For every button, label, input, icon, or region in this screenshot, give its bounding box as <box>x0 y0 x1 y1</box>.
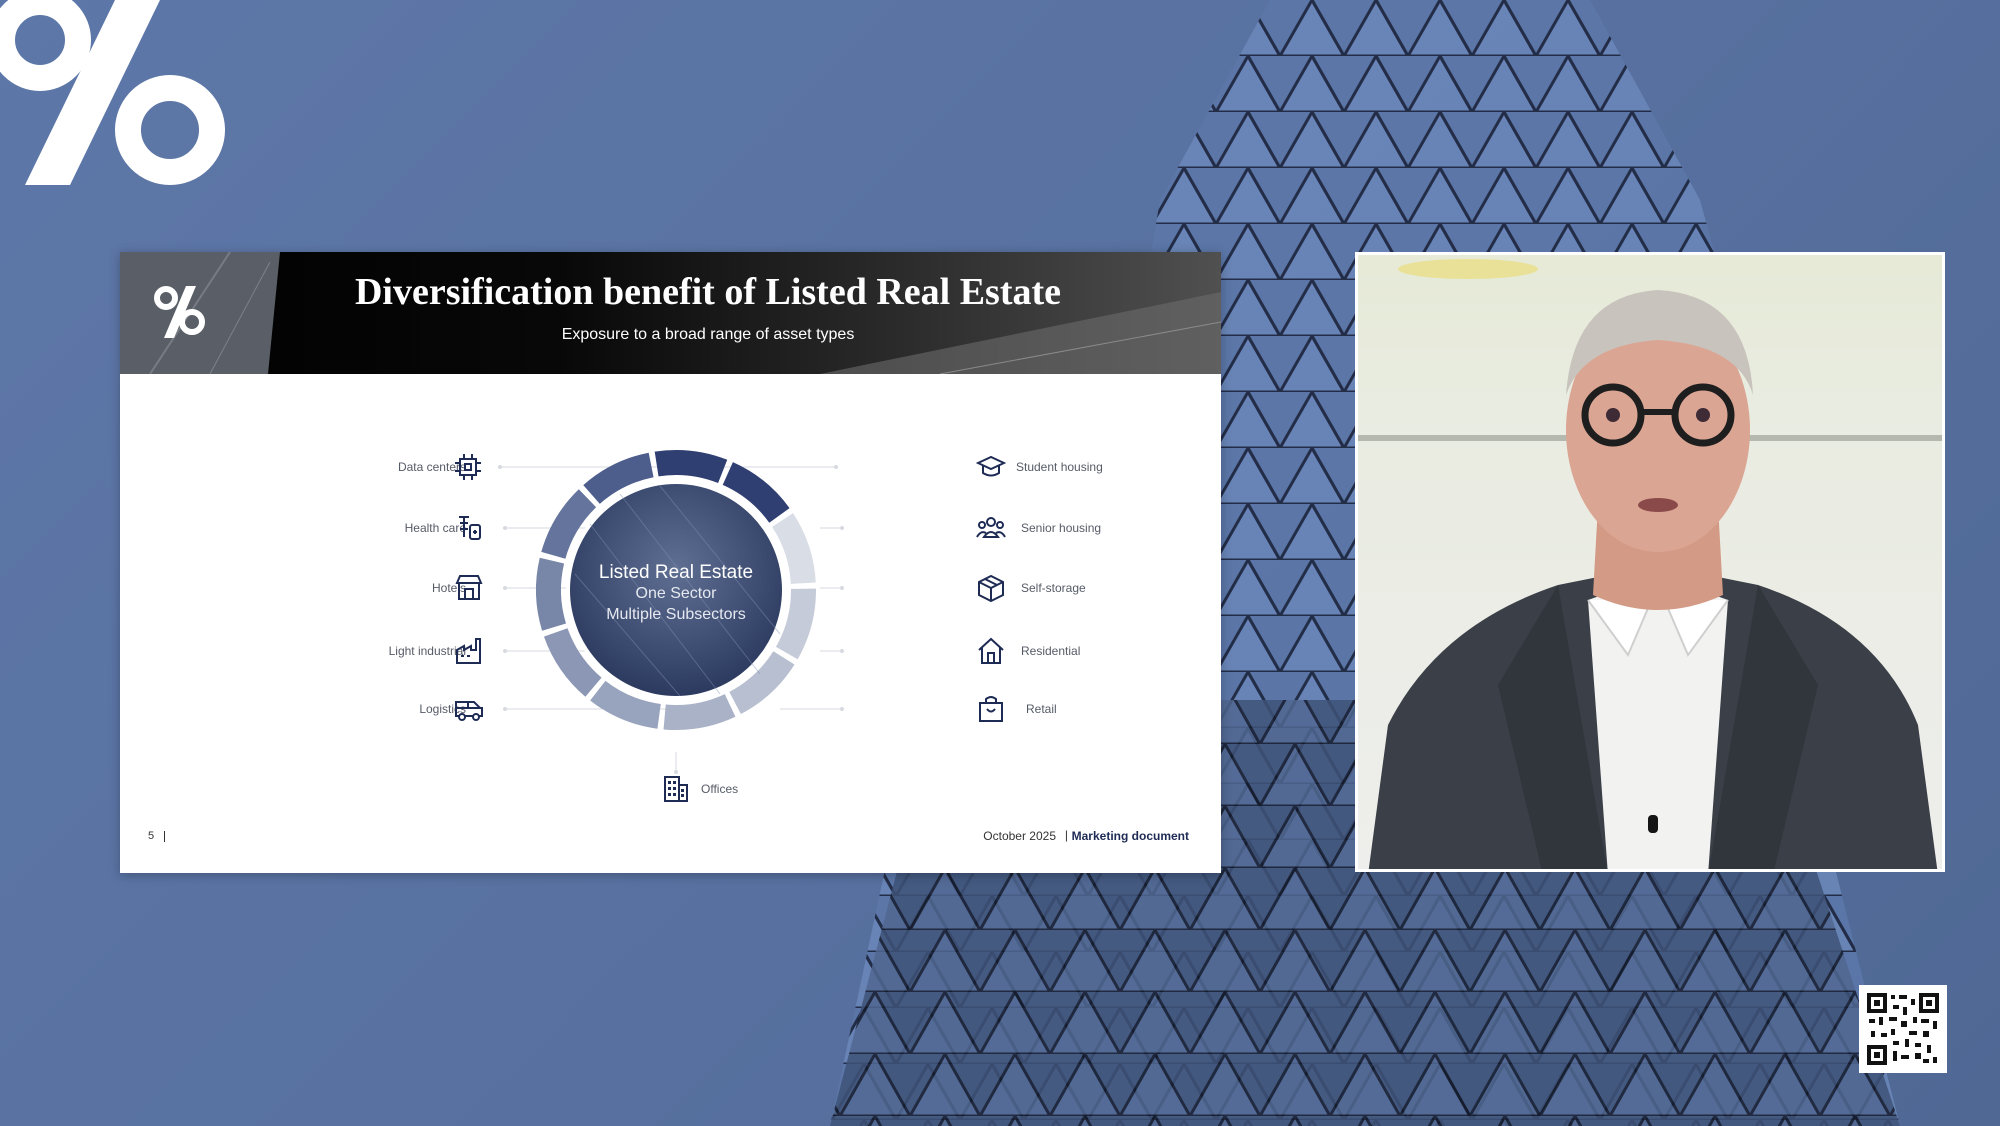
label-retail: Retail <box>1026 702 1057 716</box>
office-building-icon <box>664 776 688 802</box>
qr-code[interactable] <box>1859 985 1947 1073</box>
factory-icon <box>456 638 481 664</box>
footer-separator: | <box>1064 828 1068 842</box>
center-title: Listed Real Estate <box>598 562 754 583</box>
store-icon <box>455 575 483 600</box>
brand-logo-icon <box>0 0 225 185</box>
house-icon <box>978 637 1004 664</box>
speaker-video <box>1355 252 1945 872</box>
slide-title: Diversification benefit of Listed Real E… <box>354 271 1062 313</box>
slide-page-number: 5 <box>148 830 155 842</box>
medical-icon <box>459 516 481 540</box>
sector-diagram: Listed Real Estate One Sector Multiple S… <box>120 374 1221 873</box>
graduation-cap-icon <box>976 455 1006 477</box>
ring-segment <box>654 450 728 483</box>
speaker-image <box>1358 255 1942 869</box>
label-student-housing: Student housing <box>1016 460 1103 474</box>
van-icon <box>455 701 483 721</box>
footer-document-type: Marketing document <box>1071 829 1189 843</box>
label-residential: Residential <box>1021 644 1081 658</box>
video-stage: Diversification benefit of Listed Real E… <box>0 0 2000 1126</box>
label-offices: Offices <box>701 782 739 796</box>
shopping-bag-icon <box>979 696 1003 722</box>
chip-icon <box>455 454 481 480</box>
center-subtitle-2: Multiple Subsectors <box>606 606 746 623</box>
center-subtitle-1: One Sector <box>635 585 717 602</box>
footer-divider <box>164 831 165 842</box>
slide-logo-icon <box>154 286 205 338</box>
slide-subtitle: Exposure to a broad range of asset types <box>561 326 855 343</box>
label-self-storage: Self-storage <box>1021 581 1086 595</box>
box-icon <box>978 574 1004 603</box>
footer-date: October 2025 <box>983 829 1056 843</box>
qr-code-icon <box>1865 991 1941 1067</box>
label-senior-housing: Senior housing <box>1021 521 1102 535</box>
ring-segment <box>536 557 566 631</box>
slide-header: Diversification benefit of Listed Real E… <box>120 252 1221 374</box>
presentation-slide: Diversification benefit of Listed Real E… <box>120 252 1221 873</box>
people-icon <box>976 517 1006 538</box>
